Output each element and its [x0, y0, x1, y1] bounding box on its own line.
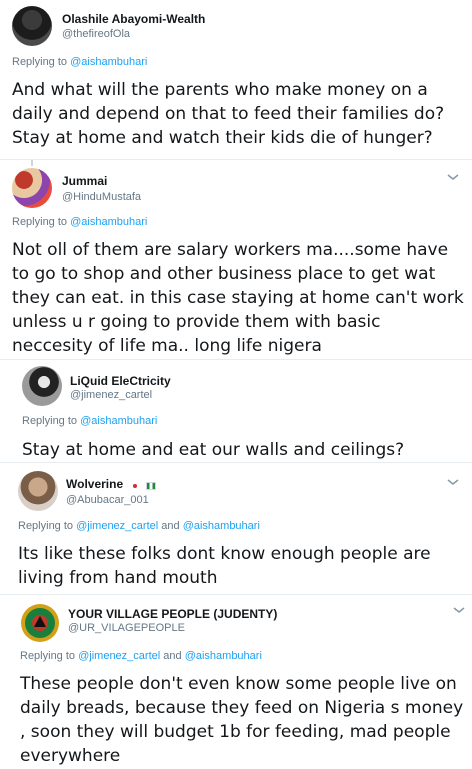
display-name[interactable]: Jummai [62, 174, 107, 188]
avatar[interactable] [20, 603, 60, 643]
tweet-text: Stay at home and eat our walls and ceili… [22, 440, 405, 460]
tweet-2[interactable]: Jummai @HinduMustafa Replying to @aisham… [0, 160, 472, 360]
tweet-4[interactable]: Wolverine @Abubacar_001 Replying to @jim… [0, 463, 472, 595]
japan-flag-icon [130, 482, 139, 489]
replying-to: Replying to @aishambuhari [12, 216, 147, 228]
replying-to: Replying to @aishambuhari [22, 415, 157, 427]
tweet-5[interactable]: YOUR VILLAGE PEOPLE (JUDENTY) @UR_VILAGE… [0, 595, 472, 769]
mention-joiner: and [161, 520, 180, 532]
display-name[interactable]: Olashile Abayomi-Wealth [62, 12, 205, 26]
tweet-text: Its like these folks dont know enough pe… [18, 544, 431, 588]
tweet-text: And what will the parents who make money… [12, 80, 445, 148]
replying-label: Replying to [12, 56, 68, 68]
avatar[interactable] [22, 366, 62, 406]
replying-label: Replying to [20, 650, 76, 662]
tweet-text: These people don't even know some people… [20, 674, 464, 766]
mention-link[interactable]: @aishambuhari [70, 216, 147, 228]
tweet-1[interactable]: Olashile Abayomi-Wealth @thefireofOla Re… [0, 0, 472, 160]
avatar[interactable] [12, 6, 52, 46]
avatar[interactable] [18, 471, 58, 511]
mention-joiner: and [163, 650, 182, 662]
nigeria-flag-icon [145, 481, 156, 490]
display-name[interactable]: YOUR VILLAGE PEOPLE (JUDENTY) [68, 607, 277, 621]
display-name[interactable]: Wolverine [66, 477, 156, 492]
replying-to: Replying to @jimenez_cartel and @aishamb… [18, 520, 260, 532]
handle[interactable]: @jimenez_cartel [70, 389, 152, 401]
replying-to: Replying to @jimenez_cartel and @aishamb… [20, 650, 262, 662]
replying-label: Replying to [12, 216, 68, 228]
mention-link[interactable]: @aishambuhari [185, 650, 262, 662]
chevron-down-icon[interactable] [446, 172, 460, 182]
mention-link[interactable]: @jimenez_cartel [78, 650, 160, 662]
tweet-text: Not oll of them are salary workers ma...… [12, 240, 464, 356]
handle[interactable]: @HinduMustafa [62, 191, 141, 203]
chevron-down-icon[interactable] [446, 477, 460, 487]
handle[interactable]: @UR_VILAGEPEOPLE [68, 622, 185, 634]
replying-to: Replying to @aishambuhari [12, 56, 147, 68]
handle[interactable]: @thefireofOla [62, 28, 130, 40]
mention-link[interactable]: @jimenez_cartel [76, 520, 158, 532]
avatar[interactable] [12, 168, 52, 208]
display-name[interactable]: LiQuid EleCtricity [70, 374, 171, 388]
tweet-3[interactable]: LiQuid EleCtricity @jimenez_cartel Reply… [0, 360, 472, 463]
display-name-text: Wolverine [66, 477, 124, 491]
replying-label: Replying to [18, 520, 74, 532]
chevron-down-icon[interactable] [452, 605, 466, 615]
mention-link[interactable]: @aishambuhari [80, 415, 157, 427]
flag-icons [130, 478, 156, 492]
mention-link[interactable]: @aishambuhari [183, 520, 260, 532]
mention-link[interactable]: @aishambuhari [70, 56, 147, 68]
handle[interactable]: @Abubacar_001 [66, 494, 149, 506]
thread-line [31, 160, 33, 166]
replying-label: Replying to [22, 415, 78, 427]
